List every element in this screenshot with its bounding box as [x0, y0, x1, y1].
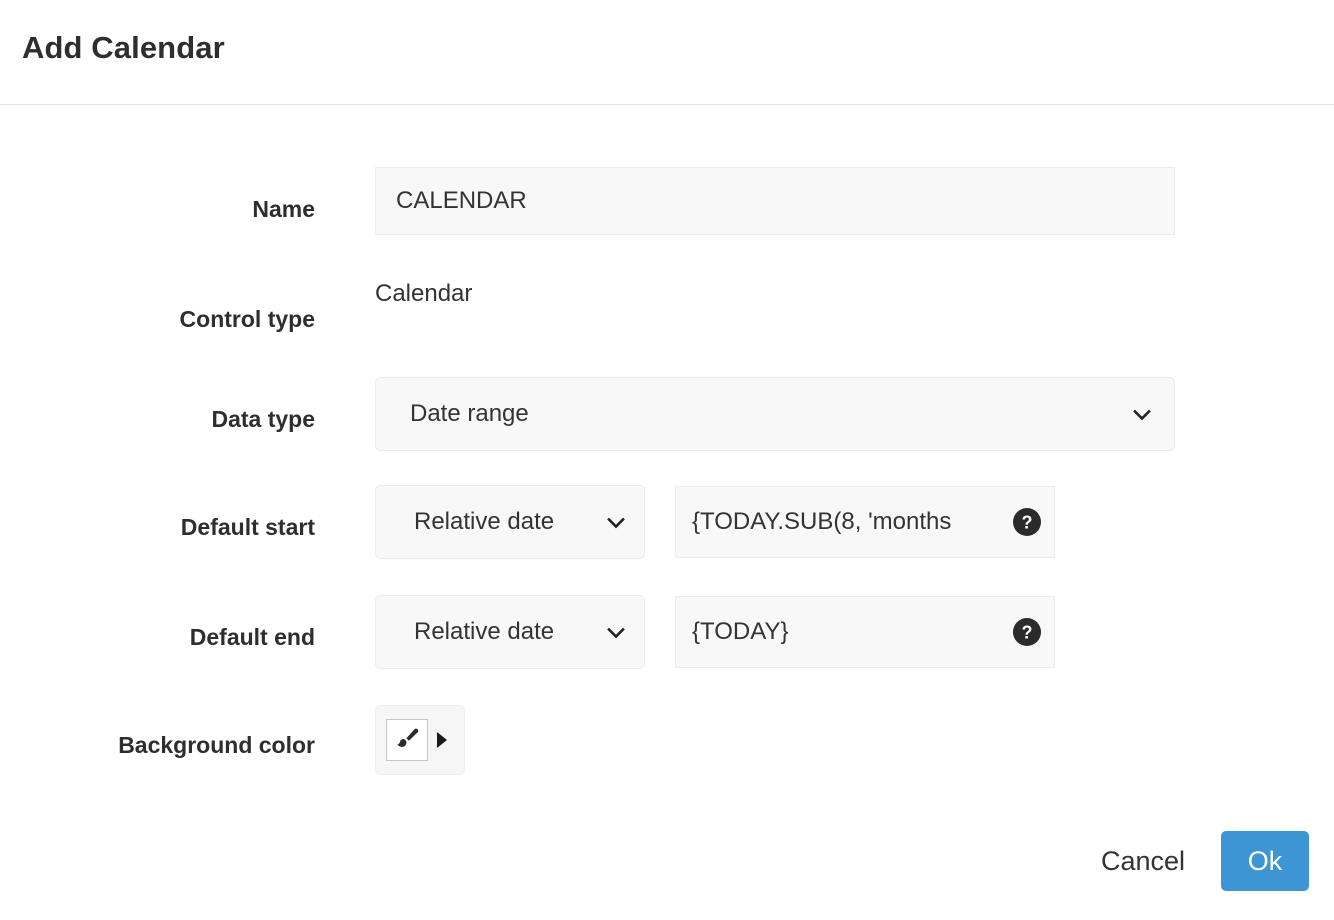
data-type-field-wrap: Date range: [315, 377, 1334, 451]
ok-button[interactable]: Ok: [1221, 831, 1309, 891]
data-type-label: Data type: [211, 406, 315, 432]
default-end-expression-wrap: {TODAY} ?: [675, 596, 1055, 668]
dialog-body: Name CALENDAR Control type Calendar Data…: [0, 105, 1334, 795]
default-start-mode-value: Relative date: [414, 508, 555, 535]
dialog-header: Add Calendar: [0, 0, 1334, 105]
form-row-name: Name CALENDAR: [0, 167, 1334, 277]
default-end-label: Default end: [189, 624, 315, 650]
form-row-control-type: Control type Calendar: [0, 277, 1334, 377]
default-start-expression-input[interactable]: {TODAY.SUB(8, 'months: [675, 486, 1055, 558]
dialog-footer: Cancel Ok: [1101, 831, 1309, 891]
page-title: Add Calendar: [22, 30, 225, 65]
chevron-down-icon: [606, 622, 626, 642]
default-start-mode-select[interactable]: Relative date: [375, 485, 645, 559]
control-type-label: Control type: [179, 306, 315, 332]
default-end-mode-value: Relative date: [414, 618, 555, 645]
name-label: Name: [252, 196, 315, 222]
form-row-data-type: Data type Date range: [0, 377, 1334, 485]
default-end-expression-input[interactable]: {TODAY}: [675, 596, 1055, 668]
svg-text:?: ?: [1022, 513, 1033, 533]
cancel-button[interactable]: Cancel: [1101, 831, 1185, 891]
name-field-wrap: CALENDAR: [315, 167, 1334, 235]
form-row-background-color: Background color: [0, 705, 1334, 795]
data-type-selected-value: Date range: [410, 400, 529, 427]
paint-brush-icon: [397, 728, 419, 747]
help-circle-icon[interactable]: ?: [1012, 617, 1042, 647]
data-type-select[interactable]: Date range: [375, 377, 1175, 451]
default-start-field-wrap: Relative date {TODAY.SUB(8, 'months ?: [315, 485, 1334, 559]
form-row-default-end: Default end Relative date {TODAY} ?: [0, 595, 1334, 705]
default-end-mode-select[interactable]: Relative date: [375, 595, 645, 669]
name-input[interactable]: CALENDAR: [375, 167, 1175, 235]
background-color-label: Background color: [118, 732, 315, 758]
default-end-field-wrap: Relative date {TODAY} ?: [315, 595, 1334, 669]
color-swatch[interactable]: [386, 719, 428, 761]
control-type-value: Calendar: [375, 280, 473, 307]
background-color-field-wrap: [315, 705, 1334, 775]
form-row-default-start: Default start Relative date {TODAY.SUB(8…: [0, 485, 1334, 595]
background-color-picker-button[interactable]: [375, 705, 465, 775]
help-circle-icon[interactable]: ?: [1012, 507, 1042, 537]
default-start-label: Default start: [180, 514, 315, 540]
chevron-down-icon: [606, 512, 626, 532]
svg-text:?: ?: [1022, 623, 1033, 643]
default-start-expression-wrap: {TODAY.SUB(8, 'months ?: [675, 486, 1055, 558]
control-type-field-wrap: Calendar: [315, 277, 1334, 309]
chevron-down-icon: [1132, 404, 1152, 424]
caret-right-icon[interactable]: [437, 732, 447, 748]
